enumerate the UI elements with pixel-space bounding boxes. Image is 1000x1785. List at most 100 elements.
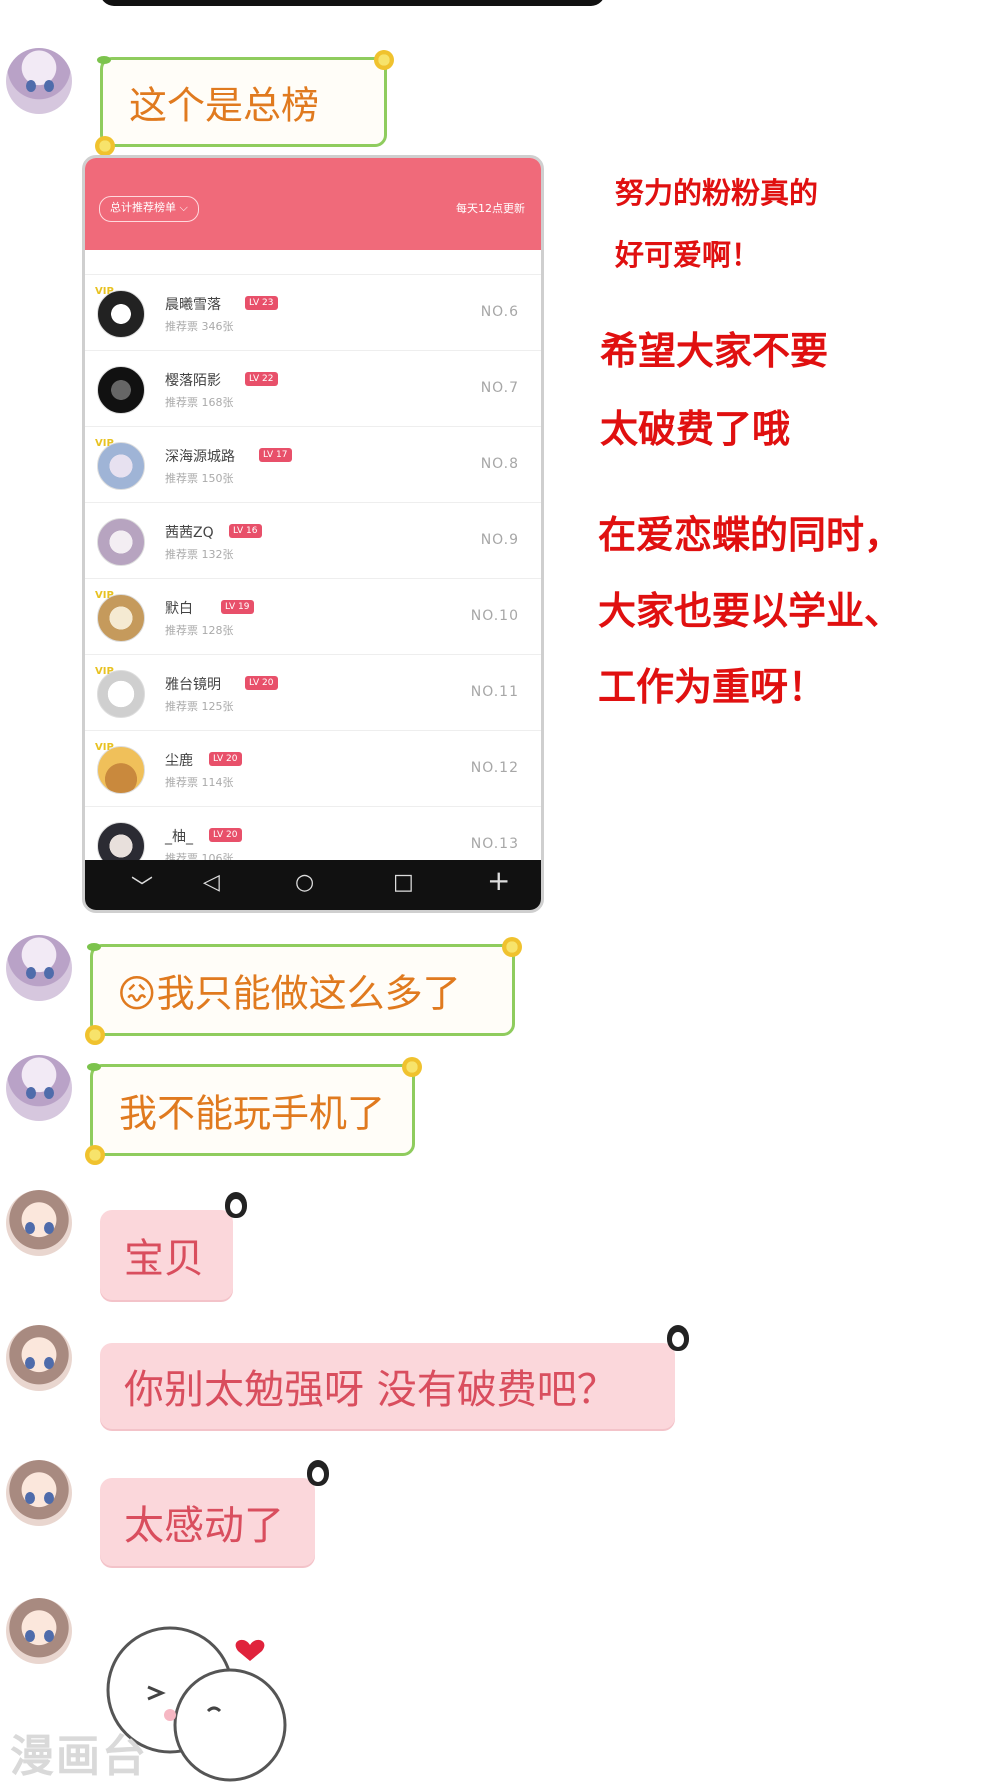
- chat-bubble-green: 我不能玩手机了: [85, 1057, 422, 1165]
- leaf-decoration: [97, 56, 111, 64]
- vote-count: 推荐票 346张: [165, 320, 234, 333]
- level-badge: LV 20: [245, 676, 278, 690]
- top-black-bar: [100, 0, 605, 6]
- user-avatar: [97, 290, 145, 338]
- home-icon[interactable]: ○: [295, 870, 314, 895]
- user-name: 深海源城路: [165, 449, 235, 465]
- list-item[interactable]: 茜茜ZQ LV 16 推荐票 132张 NO.9: [85, 502, 541, 579]
- level-badge: LV 22: [245, 372, 278, 386]
- level-badge: LV 16: [229, 524, 262, 538]
- list-item[interactable]: VIP 默白 LV 19 推荐票 128张 NO.10: [85, 578, 541, 655]
- vote-count: 推荐票 168张: [165, 396, 234, 409]
- vip-badge: VIP: [95, 742, 114, 753]
- vip-badge: VIP: [95, 438, 114, 449]
- flower-decoration: [402, 1057, 422, 1077]
- rank-number: NO.7: [480, 380, 519, 396]
- penguin-icon: [307, 1460, 329, 1486]
- list-item[interactable]: VIP 雅台镜明 LV 20 推荐票 125张 NO.11: [85, 654, 541, 731]
- list-item[interactable]: VIP 深海源城路 LV 17 推荐票 150张 NO.8: [85, 426, 541, 503]
- message-text: 我只能做这么多了: [156, 971, 461, 1016]
- ranking-header: 总计推荐榜单 ⌵ 每天12点更新: [85, 158, 541, 250]
- penguin-icon: [667, 1325, 689, 1351]
- level-badge: LV 20: [209, 752, 242, 766]
- filter-label: 总计推荐榜单: [110, 201, 176, 214]
- flower-decoration: [374, 50, 394, 70]
- list-item: [85, 250, 541, 275]
- chat-bubble-pink: 宝贝: [100, 1192, 247, 1300]
- list-item[interactable]: VIP 尘鹿 LV 20 推荐票 114张 NO.12: [85, 730, 541, 807]
- user-name: 茜茜ZQ: [165, 525, 214, 541]
- user-name: 晨曦雪落: [165, 297, 221, 313]
- author-note: 太破费了哦: [600, 407, 791, 451]
- level-badge: LV 19: [221, 600, 254, 614]
- vote-count: 推荐票 125张: [165, 700, 234, 713]
- leaf-decoration: [87, 1063, 101, 1071]
- vip-badge: VIP: [95, 590, 114, 601]
- list-item[interactable]: 樱落陌影 LV 22 推荐票 168张 NO.7: [85, 350, 541, 427]
- avatar[interactable]: [6, 935, 72, 1001]
- author-note: 在爱恋蝶的同时，: [598, 513, 903, 557]
- author-note: 工作为重呀！: [598, 665, 827, 709]
- chat-bubble-green: 😖我只能做这么多了: [85, 937, 522, 1045]
- author-note: 努力的粉粉真的: [615, 176, 819, 210]
- avatar[interactable]: [6, 1190, 72, 1256]
- message-text: 你别太勉强呀 没有破费吧？: [124, 1367, 617, 1413]
- vip-badge: VIP: [95, 666, 114, 677]
- phone-screenshot: 总计推荐榜单 ⌵ 每天12点更新 VIP 晨曦雪落 LV 23 推荐票 346张…: [82, 155, 544, 913]
- user-name: _柚_: [165, 829, 193, 845]
- plus-icon[interactable]: +: [487, 864, 510, 897]
- avatar[interactable]: [6, 1055, 72, 1121]
- watermark: 漫画台: [10, 1731, 148, 1782]
- vote-count: 推荐票 128张: [165, 624, 234, 637]
- user-avatar: [97, 518, 145, 566]
- message-text: 宝贝: [124, 1236, 204, 1282]
- user-name: 樱落陌影: [165, 373, 221, 389]
- rank-number: NO.13: [470, 836, 519, 852]
- user-avatar: [97, 366, 145, 414]
- author-note: 好可爱啊！: [615, 238, 761, 272]
- rank-number: NO.10: [470, 608, 519, 624]
- avatar[interactable]: [6, 1598, 72, 1664]
- penguin-icon: [225, 1192, 247, 1218]
- confounded-face-icon: 😖: [117, 971, 157, 1016]
- chevron-down-icon[interactable]: ﹀: [131, 870, 153, 902]
- recent-apps-icon[interactable]: □: [393, 870, 414, 895]
- ranking-tabs: [85, 162, 541, 180]
- message-text: 这个是总榜: [129, 83, 320, 128]
- avatar[interactable]: [6, 48, 72, 114]
- update-text: 每天12点更新: [456, 202, 525, 215]
- vip-badge: VIP: [95, 286, 114, 297]
- rank-number: NO.12: [470, 760, 519, 776]
- chat-bubble-green: 这个是总榜: [95, 50, 394, 156]
- leaf-decoration: [87, 943, 101, 951]
- user-name: 默白: [165, 601, 193, 617]
- rank-number: NO.11: [470, 684, 519, 700]
- flower-decoration: [95, 136, 115, 156]
- level-badge: LV 23: [245, 296, 278, 310]
- avatar[interactable]: [6, 1325, 72, 1391]
- level-badge: LV 17: [259, 448, 292, 462]
- user-avatar: [97, 442, 145, 490]
- user-avatar: [97, 746, 145, 794]
- flower-decoration: [502, 937, 522, 957]
- list-item[interactable]: VIP 晨曦雪落 LV 23 推荐票 346张 NO.6: [85, 274, 541, 351]
- back-icon[interactable]: ◁: [203, 870, 220, 895]
- author-note: 大家也要以学业、: [598, 589, 903, 633]
- avatar[interactable]: [6, 1460, 72, 1526]
- level-badge: LV 20: [209, 828, 242, 842]
- message-text: 太感动了: [124, 1503, 284, 1549]
- vote-count: 推荐票 132张: [165, 548, 234, 561]
- user-avatar: [97, 594, 145, 642]
- flower-decoration: [85, 1145, 105, 1165]
- user-name: 尘鹿: [165, 753, 193, 769]
- ranking-filter-dropdown[interactable]: 总计推荐榜单 ⌵: [99, 196, 199, 222]
- vote-count: 推荐票 150张: [165, 472, 234, 485]
- flower-decoration: [85, 1025, 105, 1045]
- rank-number: NO.9: [480, 532, 519, 548]
- rank-number: NO.6: [480, 304, 519, 320]
- author-note: 希望大家不要: [600, 329, 829, 373]
- user-avatar: [97, 670, 145, 718]
- message-text: 我不能玩手机了: [119, 1091, 386, 1136]
- chat-bubble-pink: 你别太勉强呀 没有破费吧？: [100, 1325, 689, 1429]
- android-nav-bar: ﹀ ◁ ○ □ +: [85, 860, 541, 910]
